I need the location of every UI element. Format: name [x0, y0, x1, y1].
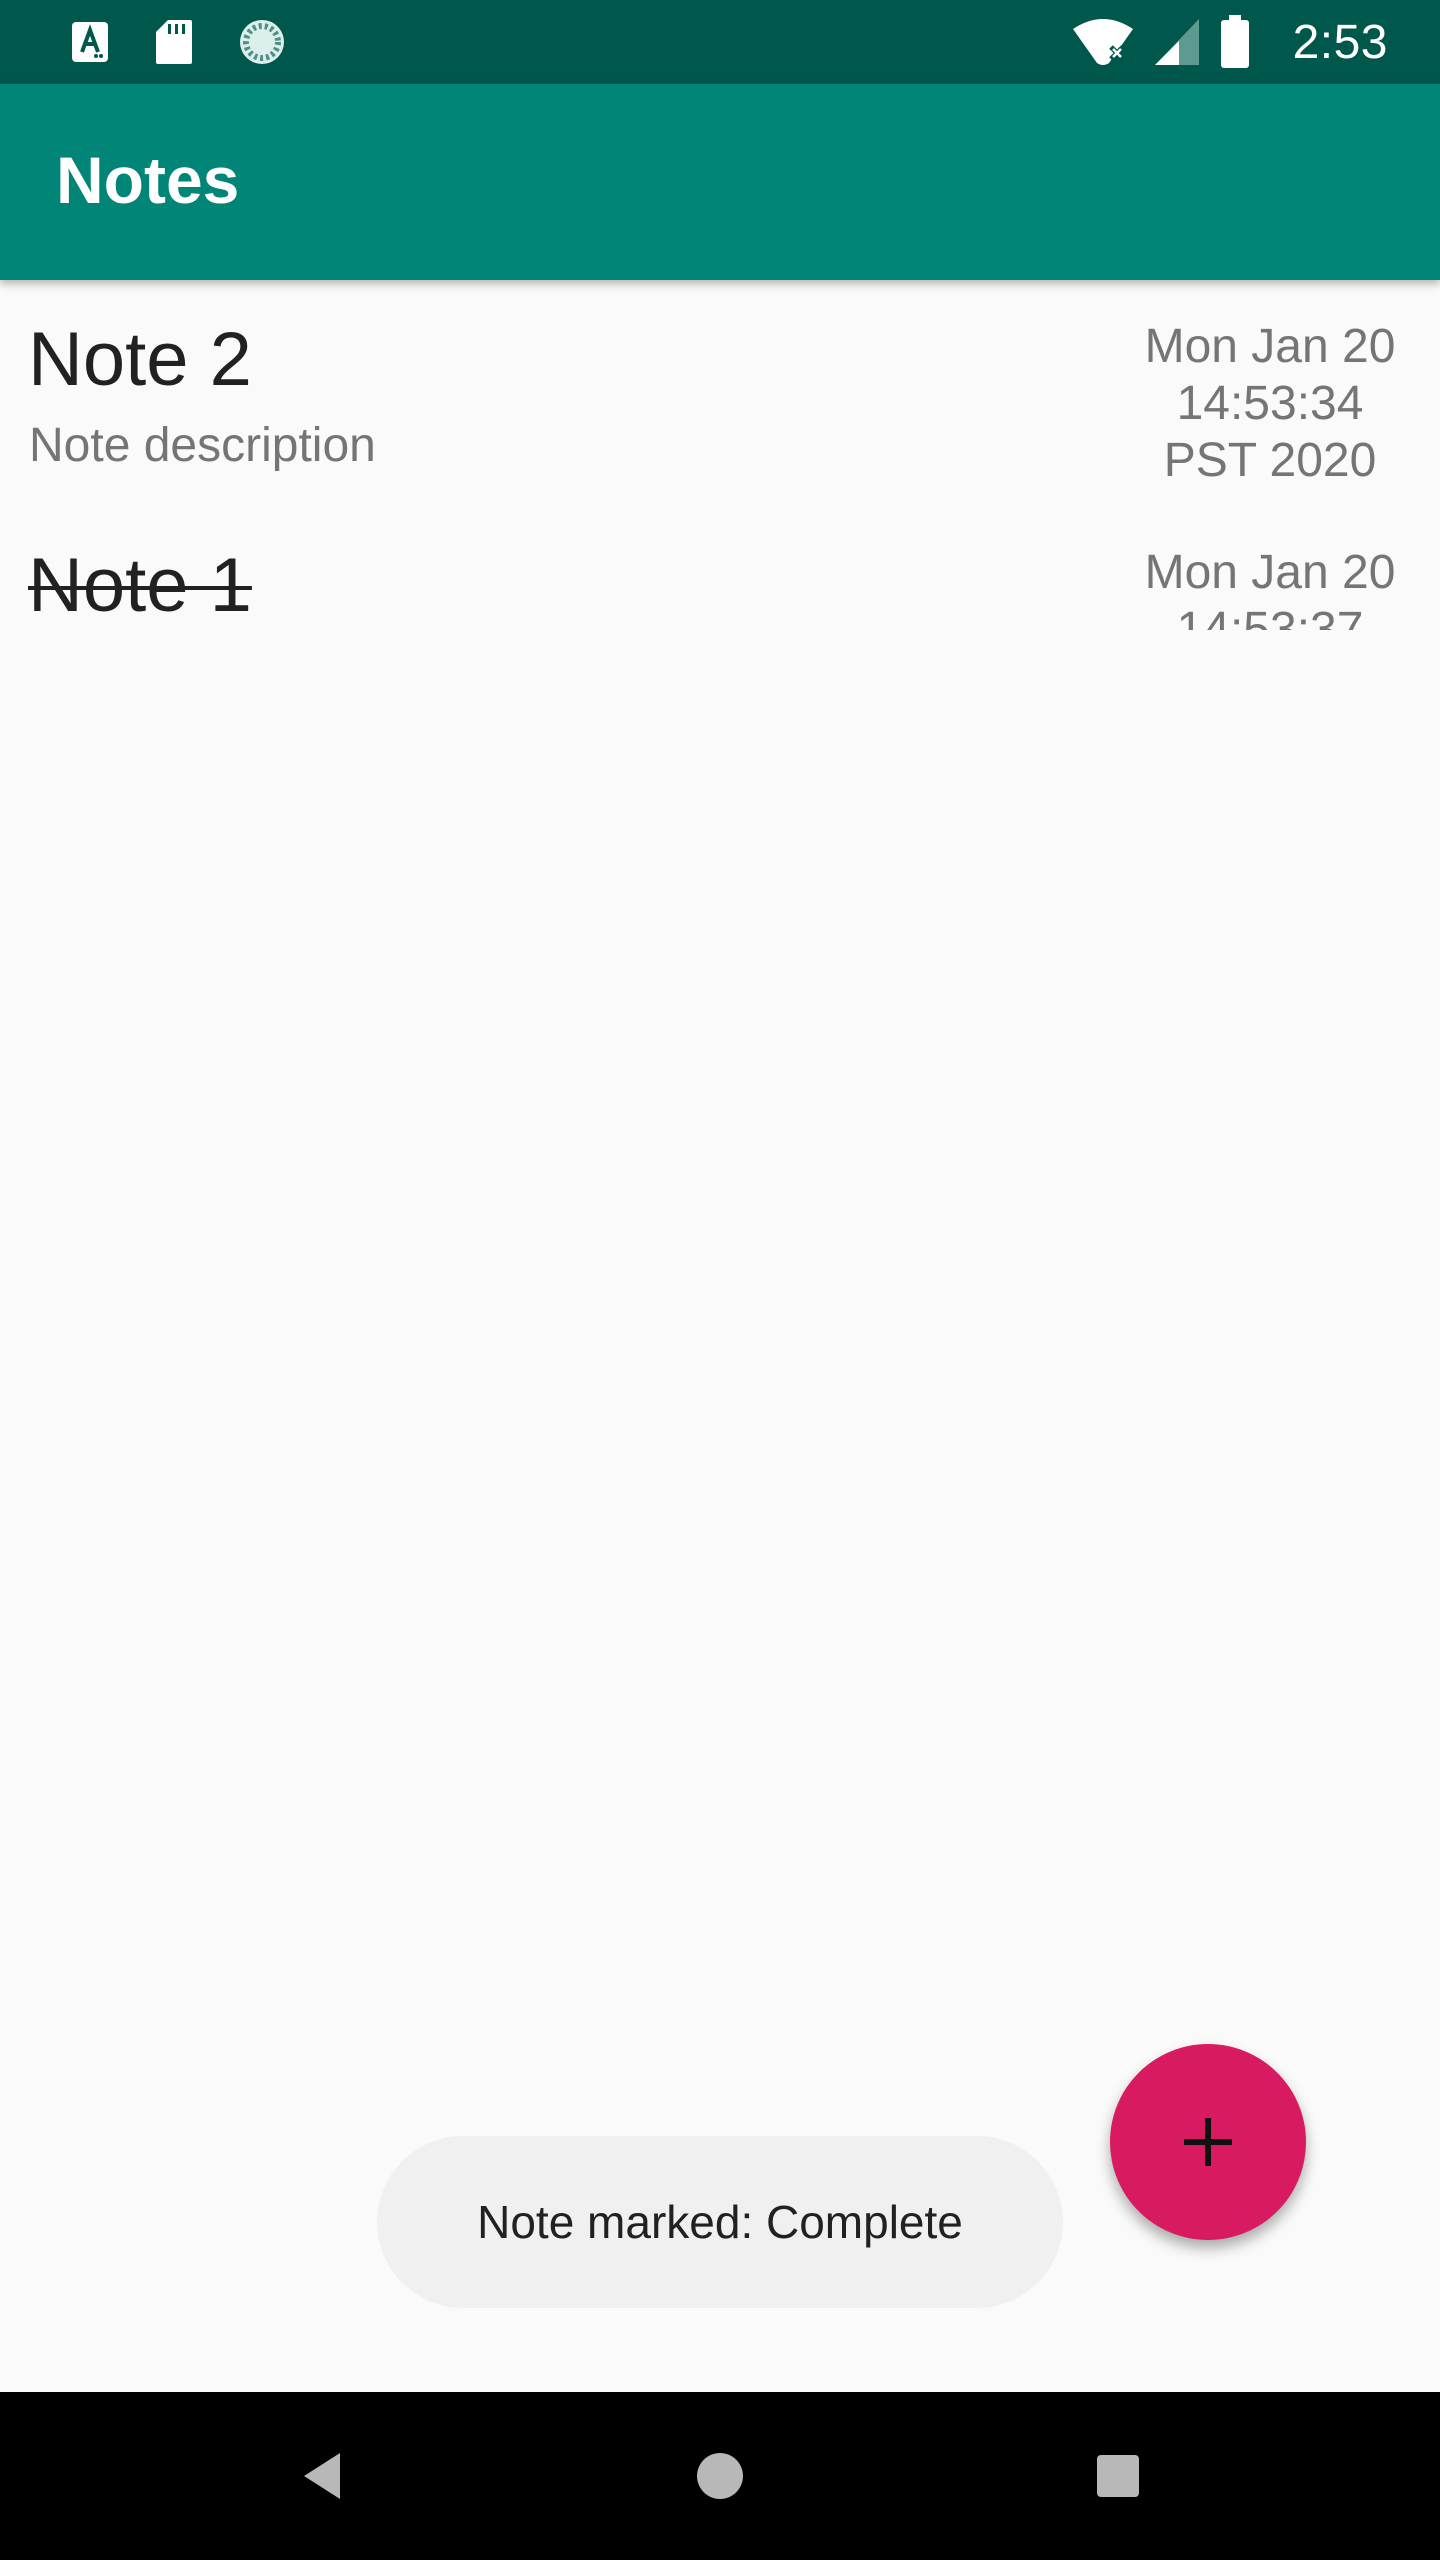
note-description: Note description	[29, 419, 376, 472]
toast-message: Note marked: Complete	[377, 2136, 1063, 2308]
sd-card-icon	[156, 20, 192, 64]
note-title: Note 2	[28, 317, 252, 402]
back-button[interactable]	[282, 2436, 362, 2516]
recents-icon	[1097, 2455, 1139, 2497]
home-button[interactable]	[680, 2436, 760, 2516]
status-left-icons	[70, 18, 286, 66]
note-date-line: Mon Jan 20	[1144, 320, 1396, 373]
status-right-icons: 2:53	[1071, 14, 1388, 70]
battery-icon	[1220, 15, 1249, 68]
note-date-line: 14:53:34	[1176, 377, 1364, 430]
recents-button[interactable]	[1078, 2436, 1158, 2516]
note-list: Note 2 Note description Mon Jan 20 14:53…	[0, 280, 1440, 630]
note-item[interactable]: Note 1 Mon Jan 20 14:53:37	[0, 542, 1440, 630]
status-time: 2:53	[1292, 15, 1388, 69]
font-download-icon	[72, 22, 108, 62]
note-date-line: 14:53:37	[1176, 603, 1364, 630]
note-date: Mon Jan 20 14:53:37	[1140, 544, 1400, 630]
status-bar: 2:53	[0, 0, 1440, 84]
note-date-line: Mon Jan 20	[1144, 546, 1396, 599]
signal-icon	[1154, 19, 1199, 65]
note-date: Mon Jan 20 14:53:34 PST 2020	[1140, 318, 1400, 489]
sync-progress-icon	[240, 20, 284, 64]
navigation-bar	[0, 2392, 1440, 2560]
app-bar: Notes	[0, 84, 1440, 280]
wifi-off-icon	[1072, 19, 1133, 65]
page-title: Notes	[56, 143, 240, 217]
back-icon	[304, 2453, 340, 2499]
note-item[interactable]: Note 2 Note description Mon Jan 20 14:53…	[0, 316, 1440, 516]
plus-icon	[1184, 2118, 1232, 2166]
note-date-line: PST 2020	[1163, 434, 1377, 487]
add-note-button[interactable]	[1110, 2044, 1306, 2240]
home-icon	[697, 2453, 743, 2499]
note-title: Note 1	[28, 543, 252, 628]
